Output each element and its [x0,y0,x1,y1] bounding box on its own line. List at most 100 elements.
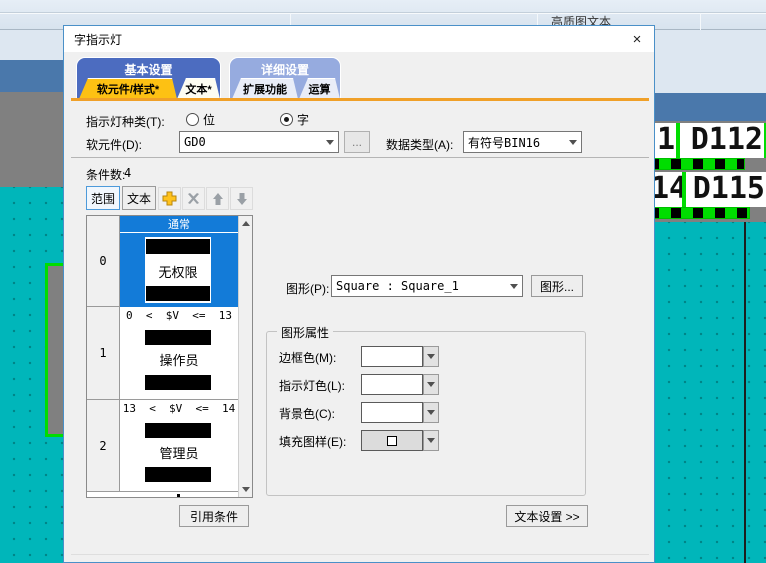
delete-condition-button[interactable] [182,187,205,210]
tab-group-basic: 基本设置 软元件/样式* 文本* [76,57,221,99]
numeric-display[interactable]: D112 [678,123,766,158]
toolbar-divider [0,12,766,14]
lamp-bar [145,467,211,482]
radio-word[interactable]: 字 [280,111,309,128]
scroll-up-button[interactable] [239,216,253,231]
text-settings-button[interactable]: 文本设置 >> [506,505,588,527]
fill-pattern-swatch[interactable] [361,430,423,451]
shape-label: 图形(P): [286,280,329,297]
partially-hidden-object[interactable] [655,158,745,170]
device-value: GD0 [180,135,321,149]
chevron-down-icon[interactable] [321,132,338,152]
device-browse-button[interactable]: ... [344,131,370,153]
lamp-preview: 无权限 [145,237,211,303]
lamp-bar [145,330,211,345]
radio-bit-label: 位 [203,111,215,128]
selected-object-left[interactable] [45,263,63,437]
condition-row-partial[interactable] [120,492,238,497]
lamp-bar [145,375,211,390]
condition-row-1[interactable]: 0 < $V <= 13 操作员 [120,307,238,400]
condition-row-2[interactable]: 13 < $V <= 14 管理员 [120,400,238,492]
tab-operation[interactable]: 运算 [299,78,340,99]
lamp-color-swatch[interactable] [361,374,423,395]
clipped-text-mark [177,494,180,497]
list-scrollbar[interactable] [238,216,252,497]
background-color-dropdown[interactable] [423,402,439,423]
plus-icon [162,191,177,206]
reference-condition-button[interactable]: 引用条件 [179,505,249,527]
dialog-titlebar[interactable]: 字指示灯 × [64,26,654,52]
range-button[interactable]: 范围 [86,186,120,210]
shape-attributes-title: 图形属性 [277,324,333,341]
partially-hidden-object[interactable] [655,207,750,219]
condition-list: 0 1 2 通常 无权限 0 < $V <= 13 操作员 [86,215,253,498]
data-type-combobox[interactable]: 有符号BIN16 [463,131,582,153]
frame-color-swatch[interactable] [361,346,423,367]
lamp-text: 操作员 [120,350,238,369]
tab-group-detail-label: 详细设置 [230,58,340,78]
radio-word-circle[interactable] [280,113,293,126]
numeric-display-row-1[interactable]: 1 D112 [655,123,766,158]
background-color-label: 背景色(C): [279,405,335,422]
chevron-down-icon[interactable] [564,132,581,152]
condition-index-cell[interactable]: 0 [87,216,120,307]
condition-row-0[interactable]: 通常 无权限 [120,216,238,307]
lamp-bar [146,286,210,301]
frame-color-label: 边框色(M): [279,349,336,366]
tab-group-basic-label: 基本设置 [77,58,220,78]
shape-browse-button[interactable]: 图形... [531,275,583,297]
lamp-type-label: 指示灯种类(T): [86,113,165,130]
tab-group-detail: 详细设置 扩展功能 运算 [229,57,341,99]
arrow-down-icon [236,192,248,206]
gt-designer-workspace: 高质图文本 1 D112 14 D115 字指示灯 × [0,0,766,563]
delete-x-icon [187,192,200,205]
close-icon[interactable]: × [620,27,654,51]
canvas-right: 1 D112 14 D115 [655,30,766,563]
word-lamp-dialog: 字指示灯 × 基本设置 软元件/样式* 文本* 详细设置 扩展功能 运算 指示灯… [63,25,655,563]
chevron-down-icon[interactable] [505,276,522,296]
separator [71,554,649,555]
numeric-display[interactable]: 14 [655,172,684,207]
tab-text[interactable]: 文本* [177,78,220,99]
screen-gray-band [0,92,63,187]
tab-device-style[interactable]: 软元件/样式* [79,78,177,99]
fill-pattern-label: 填充图样(E): [279,433,346,450]
dialog-title: 字指示灯 [64,31,620,48]
condition-index-cell[interactable]: 1 [87,307,120,400]
background-color-swatch[interactable] [361,402,423,423]
text-button[interactable]: 文本 [122,186,156,210]
shape-combobox[interactable]: Square : Square_1 [331,275,523,297]
scroll-down-icon [242,487,250,492]
canvas-left [0,30,63,563]
data-type-label: 数据类型(A): [386,136,453,153]
lamp-text: 管理员 [120,443,238,462]
scroll-down-button[interactable] [239,482,253,497]
add-condition-button[interactable] [158,187,181,210]
device-combobox[interactable]: GD0 [179,131,339,153]
fill-pattern-dropdown[interactable] [423,430,439,451]
shape-value: Square : Square_1 [332,279,505,293]
tab-extended-function[interactable]: 扩展功能 [232,78,298,99]
lamp-color-label: 指示灯色(L): [279,377,345,394]
lamp-bar [145,423,211,438]
radio-word-label: 字 [297,111,309,128]
numeric-display[interactable]: 1 [655,123,678,158]
screen-title-band [655,93,766,121]
frame-color-dropdown[interactable] [423,346,439,367]
panel-band [0,30,63,60]
radio-bit[interactable]: 位 [186,111,215,128]
condition-header: 13 < $V <= 14 [120,400,238,417]
radio-bit-circle[interactable] [186,113,199,126]
numeric-display-row-2[interactable]: 14 D115 [655,172,766,207]
toolbar-separator [700,13,701,30]
condition-index-cell[interactable]: 2 [87,400,120,492]
lamp-bar [146,239,210,254]
lamp-text: 无权限 [145,262,211,281]
screen-title-band [0,60,63,92]
move-up-button[interactable] [206,187,229,210]
data-type-value: 有符号BIN16 [464,134,564,151]
separator [71,157,649,158]
lamp-color-dropdown[interactable] [423,374,439,395]
numeric-display[interactable]: D115 [684,172,766,207]
move-down-button[interactable] [230,187,253,210]
